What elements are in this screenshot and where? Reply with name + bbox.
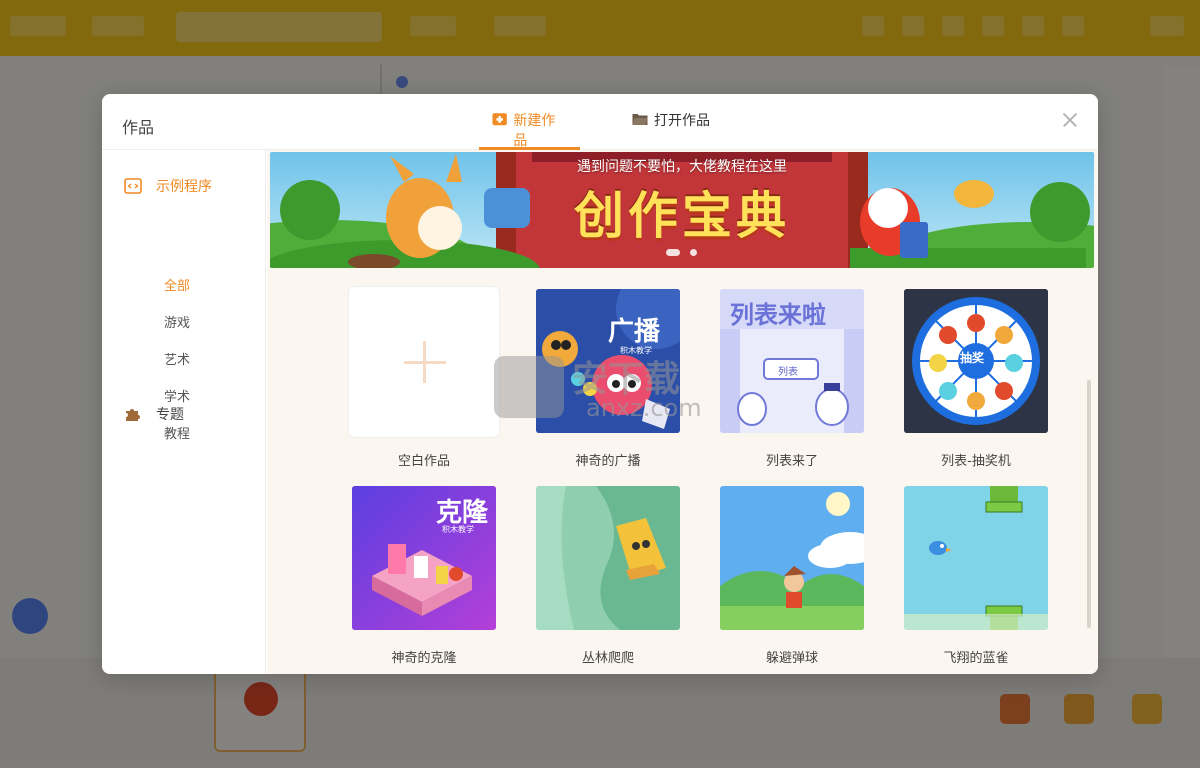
puzzle-icon [126,409,140,421]
new-work-icon [492,113,507,126]
banner-title: 创作宝典 [574,187,790,245]
project-thumb[interactable]: 抽奖 [904,289,1048,433]
works-dialog: 作品 新建作品 打开作品 示例程序 全部 游戏 艺术 学术 教程 专题 遇到问题… [102,94,1098,674]
project-card-blank[interactable]: 空白作品 [339,286,509,476]
project-card-jungle[interactable]: 丛林爬爬 [523,483,693,673]
sidebar-item-label: 专题 [156,407,184,423]
project-label: 神奇的克隆 [391,651,457,666]
project-thumb[interactable] [720,486,864,630]
dialog-title: 作品 [122,118,155,137]
tab-open-work-label: 打开作品 [654,113,710,129]
project-label: 列表来了 [765,454,818,469]
project-label: 神奇的广播 [575,454,641,469]
tab-open-work[interactable]: 打开作品 [632,110,710,150]
carousel-dot-active[interactable] [666,249,680,256]
folder-icon [632,114,648,125]
project-label: 空白作品 [397,454,450,469]
code-window-icon [124,178,142,194]
project-gallery: 遇到问题不要怕，大佬教程在这里 创作宝典 空白作品 广播 积木教学 神奇的广播 … [267,150,1098,674]
sidebar-item-topics[interactable]: 专题 [124,404,184,424]
project-label: 丛林爬爬 [581,651,634,666]
project-card-bluebird[interactable]: 飞翔的蓝雀 [891,483,1061,673]
plus-icon [404,361,446,364]
promo-banner[interactable]: 遇到问题不要怕，大佬教程在这里 创作宝典 [270,152,1094,268]
project-card-broadcast[interactable]: 广播 积木教学 神奇的广播 [523,286,693,476]
tab-new-work[interactable]: 新建作品 [479,110,580,150]
flappy-bird-illustration [904,486,1048,630]
project-label: 躲避弹球 [765,651,818,666]
thumb-subtitle: 积木教学 [620,346,652,355]
thumb-title: 抽奖 [960,351,985,365]
sidebar-sub-all[interactable]: 全部 [164,275,190,294]
thumb-subtitle: 积木教学 [442,525,474,534]
sidebar-sub-art[interactable]: 艺术 [164,349,190,368]
sidebar-item-label: 示例程序 [156,179,212,195]
banner-headline: 遇到问题不要怕，大佬教程在这里 [577,159,787,175]
project-card-clone[interactable]: 克隆 积木教学 神奇的克隆 [339,483,509,673]
sidebar-sub-tutorial[interactable]: 教程 [164,423,190,442]
dodgeball-illustration [720,486,864,630]
project-card-list[interactable]: 列表来啦 列表 列表来了 [707,286,877,476]
jungle-illustration [536,486,680,630]
gallery-scrollbar[interactable] [1087,380,1091,628]
close-icon[interactable] [1060,110,1080,130]
sidebar-item-examples[interactable]: 示例程序 [124,176,212,196]
sidebar-sub-games[interactable]: 游戏 [164,312,190,331]
project-thumb[interactable] [536,486,680,630]
sidebar-sub-academic[interactable]: 学术 [164,386,190,405]
thumb-button-label: 列表 [778,367,798,378]
thumb-title: 广播 [608,317,661,347]
project-thumb[interactable]: 列表来啦 列表 [720,289,864,433]
thumb-title: 列表来啦 [730,301,826,329]
project-thumb[interactable]: 克隆 积木教学 [352,486,496,630]
project-thumb[interactable] [904,486,1048,630]
carousel-dot[interactable] [690,249,697,256]
project-label: 列表-抽奖机 [941,454,1011,469]
project-thumb[interactable]: 广播 积木教学 [536,289,680,433]
tab-new-work-label: 新建作品 [513,113,556,149]
project-label: 飞翔的蓝雀 [943,651,1009,666]
project-card-lottery[interactable]: 抽奖 列表-抽奖机 [891,286,1061,476]
dialog-header: 作品 新建作品 打开作品 [102,94,1098,150]
blank-project-thumb[interactable] [348,286,500,438]
project-card-dodgeball[interactable]: 躲避弹球 [707,483,877,673]
category-sidebar: 示例程序 全部 游戏 艺术 学术 教程 专题 [102,150,266,674]
